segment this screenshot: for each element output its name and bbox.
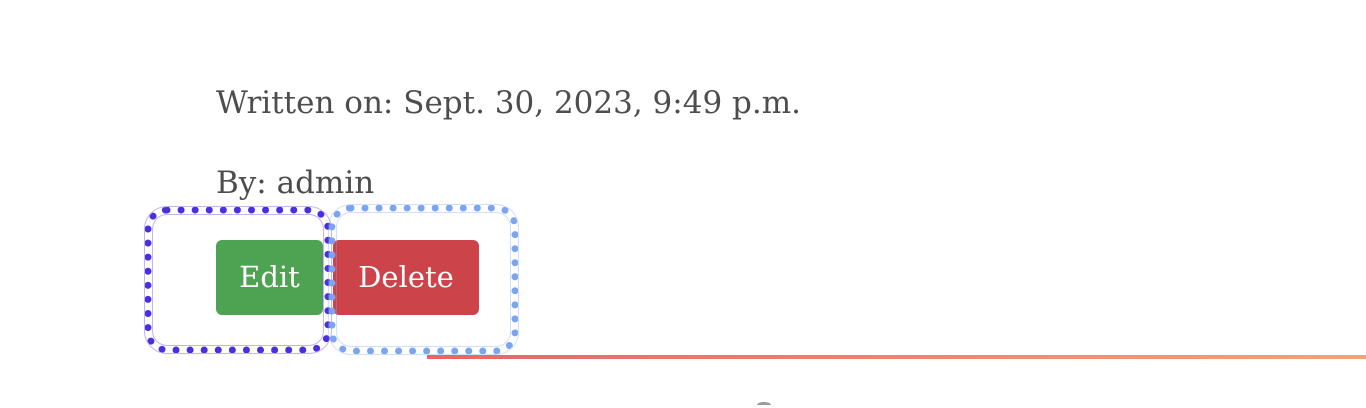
edit-button[interactable]: Edit [216,240,323,315]
cut-off-glyph [757,402,771,408]
post-author: By: admin [216,165,375,201]
post-detail-page: Written on: Sept. 30, 2023, 9:49 p.m. By… [0,0,1366,408]
post-date: Written on: Sept. 30, 2023, 9:49 p.m. [216,85,801,121]
delete-button[interactable]: Delete [333,240,479,315]
section-divider [427,355,1366,359]
